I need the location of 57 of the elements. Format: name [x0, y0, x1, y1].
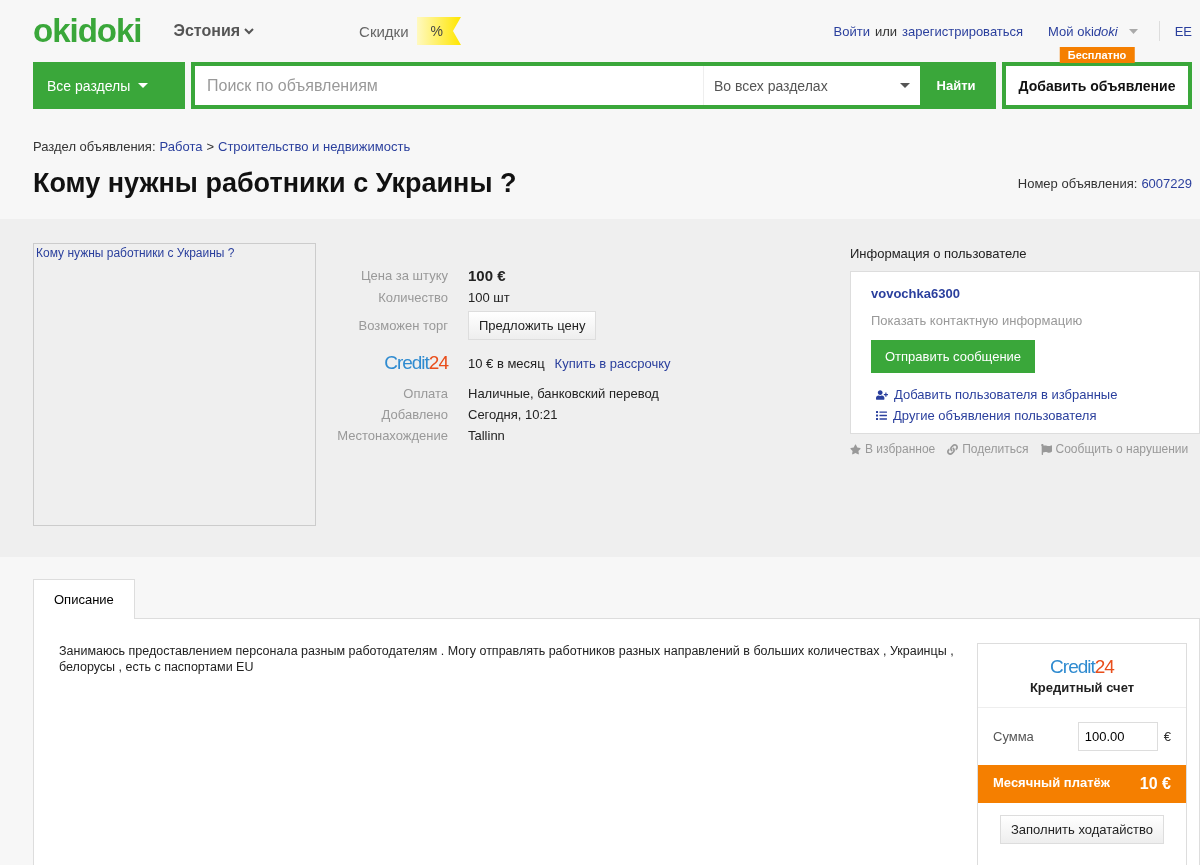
- ad-title: Кому нужны работники с Украины ?: [33, 168, 517, 199]
- user-info-heading: Информация о пользователе: [850, 246, 1028, 261]
- field-value: 10 € в месяц: [468, 355, 545, 371]
- register-link[interactable]: зарегистрироваться: [902, 23, 1024, 39]
- star-icon: [850, 443, 861, 455]
- free-badge: Бесплатно: [1059, 47, 1135, 63]
- flag-icon: [1040, 443, 1052, 455]
- discount-badge: %: [416, 17, 461, 45]
- installment-link[interactable]: Купить в рассрочку: [554, 355, 671, 371]
- caret-icon: [1128, 28, 1138, 34]
- link-icon: [947, 443, 959, 455]
- price-value: 100 €: [468, 267, 507, 284]
- field-label: Оплата: [402, 386, 448, 401]
- add-ad-button[interactable]: Добавить объявление: [1002, 62, 1192, 109]
- breadcrumb-separator: >: [206, 139, 214, 154]
- scope-dropdown[interactable]: Во всех разделах: [703, 66, 920, 105]
- field-label: Возможен торг: [357, 318, 448, 333]
- or-text: или: [874, 23, 898, 39]
- ad-number-link[interactable]: 6007229: [1141, 176, 1192, 191]
- apply-button[interactable]: Заполнить ходатайство: [1000, 815, 1164, 844]
- caret-icon: [900, 83, 910, 88]
- add-favorite-user-link[interactable]: Добавить пользователя в избранные: [871, 387, 1118, 402]
- my-account-menu[interactable]: Мой okidoki: [1048, 23, 1118, 39]
- credit-title: Кредитный счет: [1029, 680, 1135, 695]
- credit-logo: Credit24: [1050, 656, 1114, 678]
- discounts-link[interactable]: Скидки: [359, 22, 409, 40]
- language-link[interactable]: EE: [1174, 23, 1192, 39]
- field-value: 100 шт: [468, 290, 511, 305]
- breadcrumb-link[interactable]: Работа: [159, 139, 203, 154]
- description-tab[interactable]: Описание: [33, 579, 135, 619]
- chevron-down-icon: [244, 27, 255, 35]
- broken-image: Кому нужны работники с Украины ?: [33, 243, 316, 526]
- currency-sign: €: [1163, 729, 1171, 744]
- field-value: Сегодня, 10:21: [468, 407, 559, 422]
- monthly-payment-bar: Месячный платёж 10 €: [978, 765, 1186, 803]
- search-field[interactable]: Поиск по объявлениям: [195, 66, 703, 105]
- login-link[interactable]: Войти: [833, 23, 870, 39]
- breadcrumb-link[interactable]: Строительство и недвижимость: [218, 139, 411, 154]
- amount-field[interactable]: 100.00: [1077, 722, 1158, 751]
- caret-icon: [138, 83, 149, 88]
- field-label: Добавлено: [380, 407, 448, 422]
- offer-price-button[interactable]: Предложить цену: [468, 311, 597, 340]
- user-plus-icon: [876, 388, 888, 401]
- username-link[interactable]: vovochka6300: [871, 286, 960, 301]
- field-value: Наличные, банковский перевод: [468, 386, 660, 401]
- ad-number-label: Номер объявления:: [1017, 176, 1138, 191]
- other-ads-link[interactable]: Другие объявления пользователя: [871, 408, 1097, 423]
- field-label: Цена за штуку: [359, 268, 448, 283]
- description-text: Занимаюсь предоставлением персонала разным работодателям . Могу отправлять работников разных направлений в больших количествах , Украинцы , белорусы , есть с паспортами EU: [59, 643, 955, 676]
- amount-label: Сумма: [993, 729, 1034, 744]
- credit-logo: Credit24: [384, 352, 448, 374]
- field-value: Tallinn: [468, 428, 506, 443]
- breadcrumb-label: Раздел объявления:: [33, 139, 156, 154]
- country-selector[interactable]: Эстония: [173, 22, 255, 40]
- field-label: Количество: [377, 290, 448, 305]
- list-icon: [876, 410, 887, 421]
- field-label: Местонахождение: [336, 428, 448, 443]
